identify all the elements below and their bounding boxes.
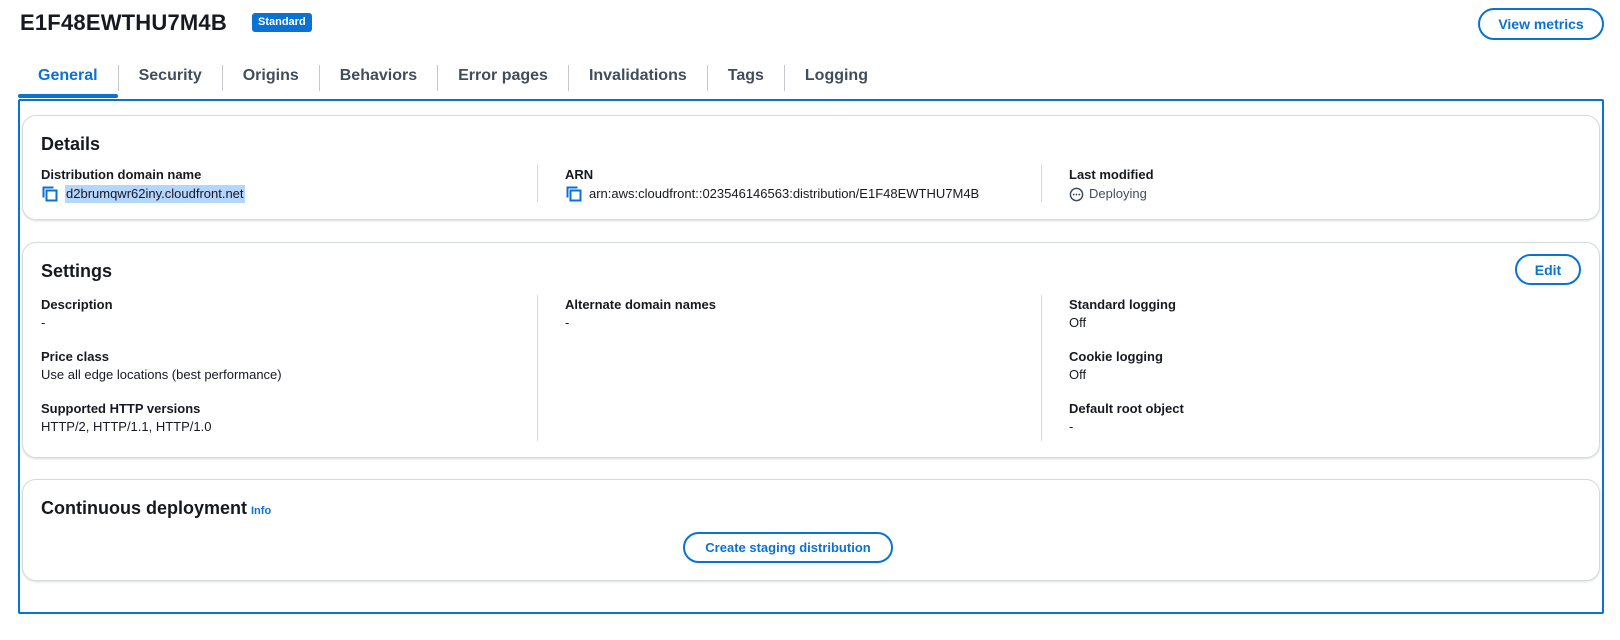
- default-root-object-label: Default root object: [1069, 401, 1184, 416]
- column-divider: [1041, 295, 1042, 441]
- tab-error-pages[interactable]: Error pages: [438, 58, 568, 94]
- tab-list: General Security Origins Behaviors Error…: [18, 58, 888, 98]
- distribution-domain-column: Distribution domain name d2brumqwr62iny.…: [41, 166, 531, 203]
- continuous-deployment-container: Continuous deployment Info Create staging…: [22, 479, 1600, 581]
- continuous-deployment-title: Continuous deployment: [41, 498, 247, 518]
- details-heading: Details: [41, 134, 101, 154]
- last-modified-column: Last modified Deploying: [1069, 166, 1559, 203]
- http-versions-label: Supported HTTP versions: [41, 401, 201, 416]
- general-tab-panel: Details Distribution domain name d2brumq…: [18, 99, 1604, 614]
- edit-button[interactable]: Edit: [1515, 254, 1581, 285]
- tab-logging[interactable]: Logging: [785, 58, 888, 94]
- description-label: Description: [41, 297, 113, 312]
- settings-container: Settings Edit Description - Price class …: [22, 242, 1600, 458]
- tab-behaviors[interactable]: Behaviors: [320, 58, 437, 94]
- last-modified-label: Last modified: [1069, 167, 1154, 182]
- page-header: E1F48EWTHU7M4B Standard View metrics: [18, 8, 1604, 40]
- tab-tags[interactable]: Tags: [708, 58, 784, 94]
- column-divider: [1041, 164, 1042, 202]
- standard-logging-label: Standard logging: [1069, 297, 1176, 312]
- settings-column-middle: Alternate domain names -: [565, 296, 1055, 348]
- arn-value[interactable]: arn:aws:cloudfront::023546146563:distrib…: [589, 185, 979, 203]
- info-link[interactable]: Info: [251, 505, 271, 517]
- arn-column: ARN arn:aws:cloudfront::023546146563:dis…: [565, 166, 1055, 203]
- last-modified-row: Deploying: [1069, 185, 1559, 203]
- alternate-domain-names-value: -: [565, 315, 570, 330]
- pending-icon: [1069, 187, 1084, 201]
- details-container: Details Distribution domain name d2brumq…: [22, 115, 1600, 220]
- continuous-deployment-heading: Continuous deployment Info: [41, 498, 271, 519]
- cookie-logging-value: Off: [1069, 367, 1087, 382]
- distribution-domain-row: d2brumqwr62iny.cloudfront.net: [41, 185, 531, 203]
- copy-icon[interactable]: [565, 185, 583, 203]
- http-versions-value: HTTP/2, HTTP/1.1, HTTP/1.0: [41, 419, 212, 434]
- description-value: -: [41, 315, 46, 330]
- settings-column-right: Standard logging Off Cookie logging Off …: [1069, 296, 1559, 452]
- view-metrics-button[interactable]: View metrics: [1478, 8, 1604, 40]
- cookie-logging-label: Cookie logging: [1069, 349, 1163, 364]
- arn-label: ARN: [565, 167, 594, 182]
- alternate-domain-names-label: Alternate domain names: [565, 297, 716, 312]
- standard-logging-value: Off: [1069, 315, 1087, 330]
- page-title: E1F48EWTHU7M4B: [20, 10, 227, 35]
- distribution-domain-label: Distribution domain name: [41, 167, 202, 182]
- create-staging-distribution-button[interactable]: Create staging distribution: [683, 532, 893, 563]
- tab-general[interactable]: General: [18, 58, 118, 98]
- price-class-label: Price class: [41, 349, 109, 364]
- settings-column-left: Description - Price class Use all edge l…: [41, 296, 531, 452]
- column-divider: [537, 295, 538, 441]
- price-class-value: Use all edge locations (best performance…: [41, 367, 282, 382]
- distribution-domain-value[interactable]: d2brumqwr62iny.cloudfront.net: [65, 185, 245, 203]
- settings-heading: Settings: [41, 261, 113, 281]
- arn-row: arn:aws:cloudfront::023546146563:distrib…: [565, 185, 1055, 203]
- tab-origins[interactable]: Origins: [223, 58, 319, 94]
- standard-badge: Standard: [252, 13, 312, 32]
- copy-icon[interactable]: [41, 185, 59, 203]
- column-divider: [537, 164, 538, 202]
- default-root-object-value: -: [1069, 419, 1074, 434]
- tab-security[interactable]: Security: [119, 58, 222, 94]
- last-modified-value: Deploying: [1089, 186, 1147, 201]
- tab-invalidations[interactable]: Invalidations: [569, 58, 707, 94]
